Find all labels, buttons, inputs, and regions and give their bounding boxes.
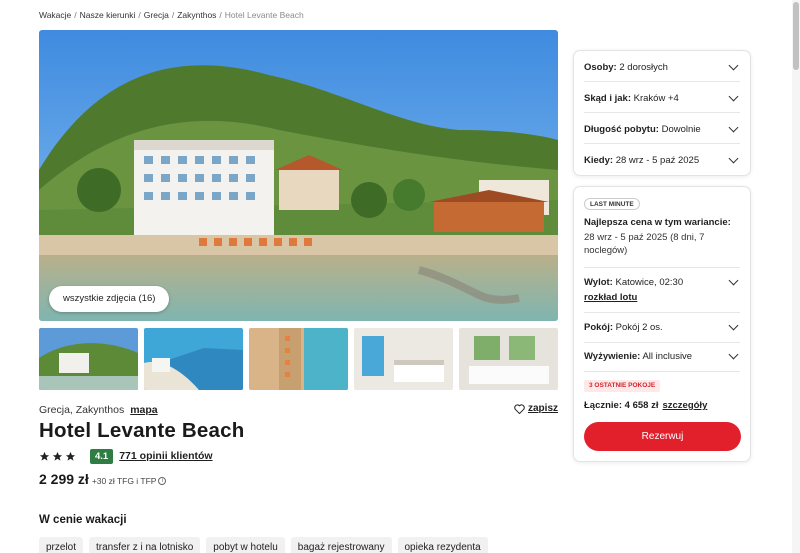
- flight-dropdown[interactable]: Wylot: Katowice, 02:30: [584, 275, 740, 289]
- reviews-link[interactable]: 771 opinii klientów: [119, 450, 212, 462]
- persons-label: Osoby:: [584, 61, 617, 73]
- thumbnail-2[interactable]: [144, 328, 243, 390]
- scrollbar-thumb[interactable]: [793, 2, 799, 70]
- star-icon: [39, 451, 50, 461]
- thumbnail-1[interactable]: [39, 328, 138, 390]
- divider: [584, 81, 740, 82]
- persons-dropdown[interactable]: Osoby: 2 dorosłych: [584, 60, 740, 74]
- thumbnail-image: [144, 328, 243, 390]
- location-text: Grecja, Zakynthos: [39, 404, 125, 416]
- included-chips: przelot transfer z i na lotnisko pobyt w…: [39, 537, 488, 553]
- duration-dropdown[interactable]: Długość pobytu: Dowolnie: [584, 122, 740, 136]
- dates-dropdown[interactable]: Kiedy: 28 wrz - 5 paź 2025: [584, 153, 740, 167]
- board-dropdown[interactable]: Wyżywienie: All inclusive: [584, 349, 740, 363]
- rating-score-badge: 4.1: [90, 448, 114, 464]
- price: 2 299 zł: [39, 471, 89, 487]
- hotel-location: Grecja, Zakynthos mapa: [39, 404, 158, 416]
- room-value: Pokój 2 os.: [615, 321, 663, 333]
- breadcrumb-grecja[interactable]: Grecja: [144, 10, 169, 20]
- divider: [584, 342, 740, 343]
- thumbnail-image: [39, 328, 138, 390]
- rating-row: 4.1 771 opinii klientów: [39, 448, 213, 464]
- departure-value: Kraków +4: [633, 92, 679, 104]
- divider: [584, 112, 740, 113]
- divider: [584, 312, 740, 313]
- search-options-panel: Osoby: 2 dorosłych Skąd i jak: Kraków +4…: [573, 50, 751, 176]
- hotel-name: Hotel Levante Beach: [39, 419, 245, 442]
- divider: [584, 143, 740, 144]
- breadcrumb-current: Hotel Levante Beach: [224, 10, 304, 20]
- best-price-dates: 28 wrz - 5 paź 2025 (8 dni, 7 noclegów): [584, 232, 705, 256]
- last-minute-badge: LAST MINUTE: [584, 198, 640, 210]
- offer-panel: LAST MINUTE Najlepsza cena w tym warianc…: [573, 186, 751, 462]
- details-link[interactable]: szczegóły: [662, 400, 707, 411]
- duration-value: Dowolnie: [661, 123, 701, 135]
- duration-label: Długość pobytu:: [584, 123, 659, 135]
- total-value: 4 658 zł: [624, 400, 659, 411]
- dates-label: Kiedy:: [584, 154, 614, 166]
- chevron-down-icon: [728, 275, 739, 285]
- info-icon[interactable]: i: [158, 477, 167, 485]
- flight-value: Katowice, 02:30: [615, 276, 684, 288]
- included-chip: pobyt w hotelu: [206, 537, 285, 553]
- thumbnail-5[interactable]: [459, 328, 558, 390]
- hotel-stars: [39, 451, 76, 462]
- breadcrumb-separator: /: [219, 10, 222, 20]
- hero-photo[interactable]: [39, 30, 558, 321]
- total-label: Łącznie:: [584, 400, 623, 411]
- flight-label: Wylot:: [584, 276, 613, 288]
- breadcrumb-wakacje[interactable]: Wakacje: [39, 10, 71, 20]
- thumbnail-image: [459, 328, 558, 390]
- best-price-title: Najlepsza cena w tym wariancie:: [584, 217, 731, 228]
- included-chip: transfer z i na lotnisko: [89, 537, 201, 553]
- board-label: Wyżywienie:: [584, 350, 641, 362]
- room-dropdown[interactable]: Pokój: Pokój 2 os.: [584, 320, 740, 334]
- dates-value: 28 wrz - 5 paź 2025: [615, 154, 700, 166]
- breadcrumb-separator: /: [171, 10, 175, 20]
- page-scrollbar[interactable]: [792, 0, 800, 553]
- save-label: zapisz: [528, 403, 559, 414]
- chevron-down-icon: [728, 153, 739, 163]
- flight-schedule-link[interactable]: rozkład lotu: [584, 292, 637, 303]
- thumbnail-4[interactable]: [354, 328, 453, 390]
- thumbnail-image: [249, 328, 348, 390]
- price-row: 2 299 zł +30 zł TFG i TFP i: [39, 471, 167, 487]
- included-chip: opieka rezydenta: [397, 537, 488, 553]
- breadcrumb: Wakacje / Nasze kierunki / Grecja / Zakynthos /…: [39, 10, 304, 20]
- save-button[interactable]: zapisz: [514, 403, 558, 414]
- thumbnail-3[interactable]: [249, 328, 348, 390]
- book-button[interactable]: Rezerwuj: [584, 422, 741, 451]
- rooms-left-badge: 3 OSTATNIE POKOJE: [584, 380, 661, 392]
- heart-icon: [514, 403, 525, 414]
- star-icon: [52, 451, 63, 461]
- hotel-photo-image: [39, 30, 558, 321]
- divider: [584, 371, 740, 372]
- star-icon: [65, 451, 76, 461]
- price-extra: +30 zł TFG i TFP i: [92, 476, 167, 486]
- chevron-down-icon: [728, 349, 739, 359]
- breadcrumb-separator: /: [74, 10, 77, 20]
- thumbnail-image: [354, 328, 453, 390]
- all-photos-button[interactable]: wszystkie zdjęcia (16): [49, 286, 170, 312]
- included-chip: przelot: [39, 537, 84, 553]
- breadcrumb-zakynthos[interactable]: Zakynthos: [177, 10, 216, 20]
- departure-dropdown[interactable]: Skąd i jak: Kraków +4: [584, 91, 740, 105]
- chevron-down-icon: [728, 60, 739, 70]
- chevron-down-icon: [728, 320, 739, 330]
- breadcrumb-kierunki[interactable]: Nasze kierunki: [80, 10, 136, 20]
- total-price: Łącznie: 4 658 zł szczegóły: [584, 400, 707, 411]
- persons-value: 2 dorosłych: [619, 61, 668, 73]
- thumbnail-strip: [39, 328, 558, 390]
- chevron-down-icon: [728, 122, 739, 132]
- price-extra-text: +30 zł TFG i TFP: [91, 476, 157, 486]
- map-link[interactable]: mapa: [130, 404, 157, 416]
- board-value: All inclusive: [642, 350, 693, 362]
- divider: [584, 267, 740, 268]
- breadcrumb-separator: /: [138, 10, 141, 20]
- departure-label: Skąd i jak:: [584, 92, 631, 104]
- included-section-title: W cenie wakacji: [39, 514, 127, 526]
- room-label: Pokój:: [584, 321, 614, 333]
- chevron-down-icon: [728, 91, 739, 101]
- included-chip: bagaż rejestrowany: [290, 537, 392, 553]
